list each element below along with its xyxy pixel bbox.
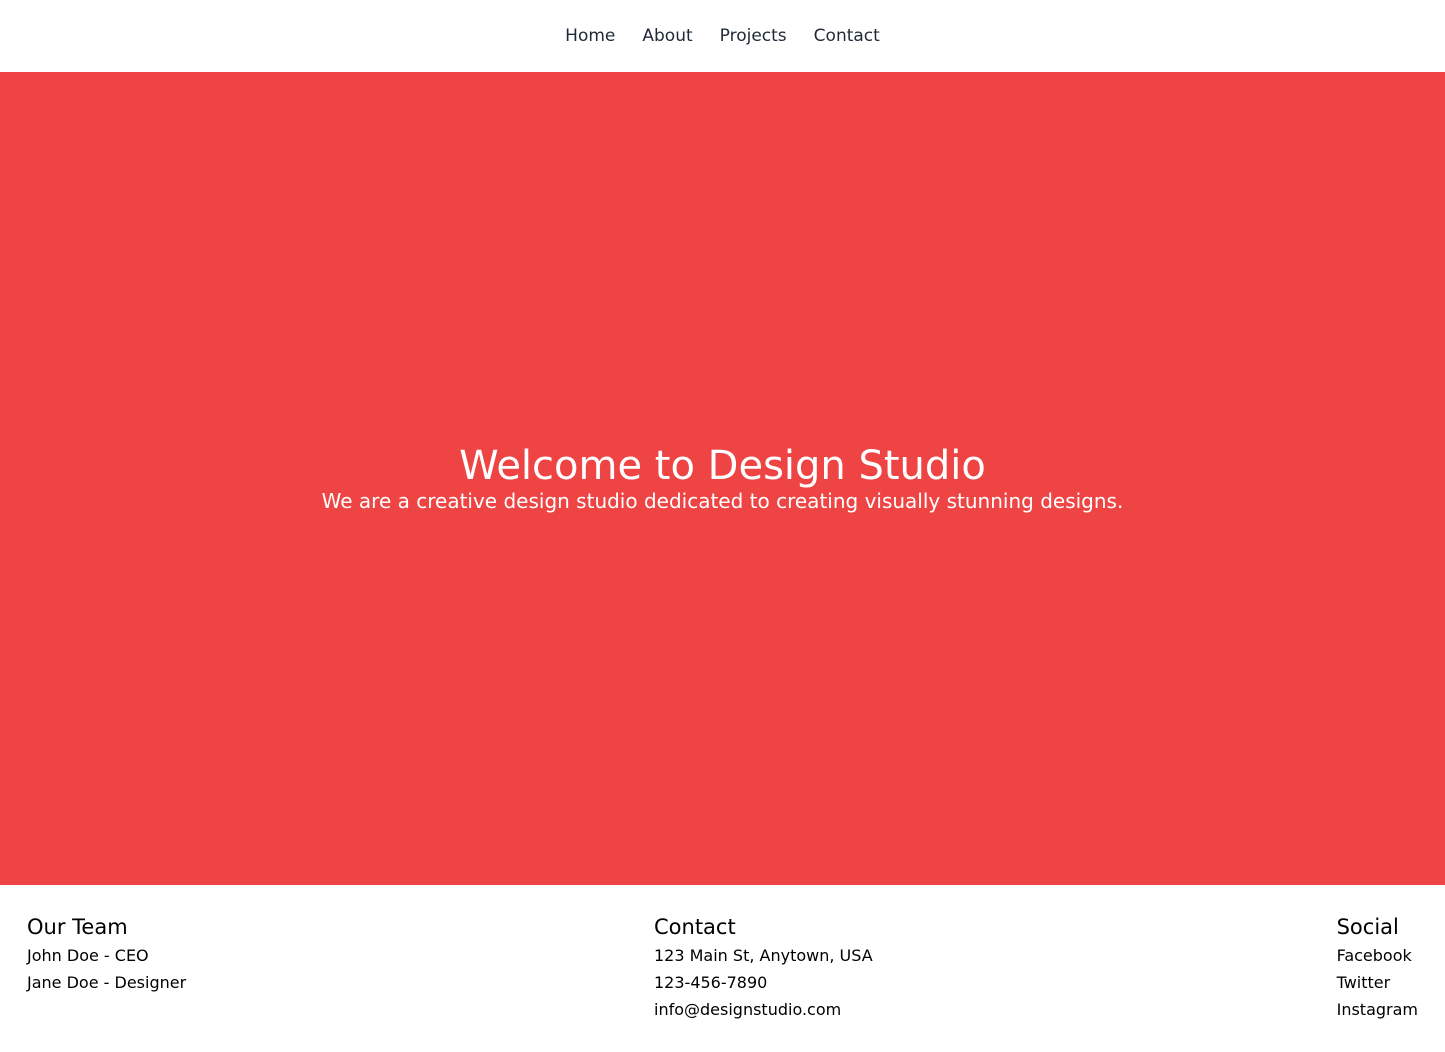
footer-social-column: Social Facebook Twitter Instagram (1337, 913, 1418, 1052)
social-heading: Social (1336, 915, 1399, 939)
nav-link-about[interactable]: About (642, 26, 692, 46)
social-link-instagram[interactable]: Instagram (1337, 996, 1418, 1023)
social-link-facebook[interactable]: Facebook (1337, 942, 1418, 969)
team-member: John Doe - CEO (27, 946, 149, 965)
footer-contact-column: Contact 123 Main St, Anytown, USA 123-45… (654, 913, 954, 1052)
team-heading: Our Team (27, 915, 128, 939)
hero-subtitle: We are a creative design studio dedicate… (321, 488, 1124, 513)
hero-title: Welcome to Design Studio (459, 442, 986, 489)
team-member: Jane Doe - Designer (27, 973, 187, 992)
hero-banner: Welcome to Design Studio We are a creati… (0, 72, 1445, 885)
contact-heading: Contact (654, 915, 736, 939)
footer: Our Team John Doe - CEO Jane Doe - Desig… (0, 885, 1445, 1052)
social-link-twitter[interactable]: Twitter (1337, 969, 1418, 996)
nav-link-projects[interactable]: Projects (720, 26, 787, 46)
contact-email: info@designstudio.com (654, 1000, 842, 1019)
nav-link-home[interactable]: Home (565, 26, 615, 46)
nav-link-contact[interactable]: Contact (814, 26, 880, 46)
top-nav: Home About Projects Contact (0, 0, 1445, 72)
contact-phone: 123-456-7890 (654, 973, 768, 992)
contact-address: 123 Main St, Anytown, USA (654, 946, 873, 965)
footer-team-column: Our Team John Doe - CEO Jane Doe - Desig… (27, 913, 327, 1052)
